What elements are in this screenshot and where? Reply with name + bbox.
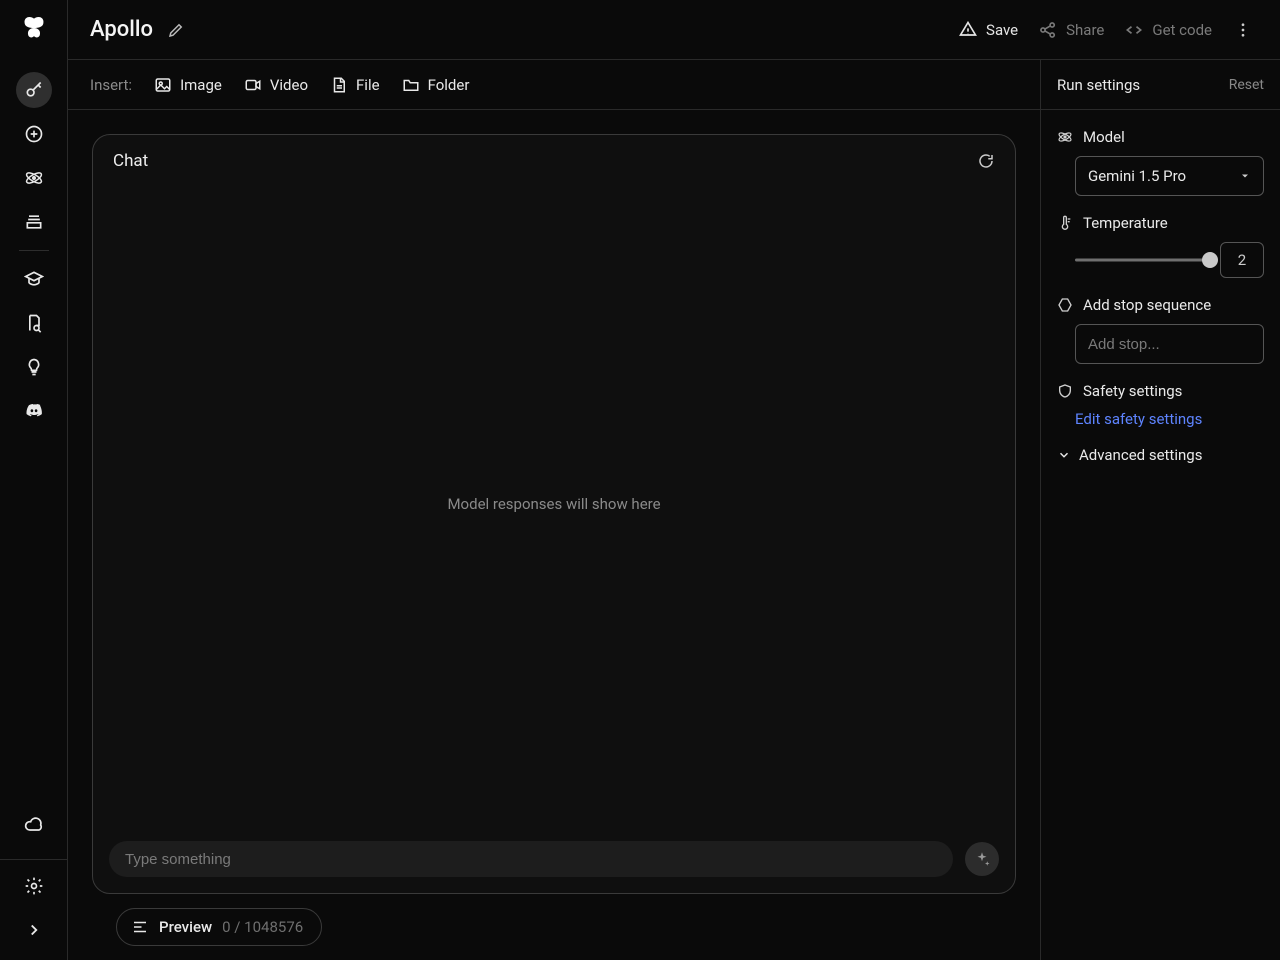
chat-input[interactable] [109, 841, 953, 877]
save-button[interactable]: Save [948, 14, 1028, 46]
shield-icon [1057, 383, 1073, 399]
get-code-button[interactable]: Get code [1114, 14, 1222, 46]
temperature-slider[interactable] [1075, 252, 1210, 268]
chevron-down-icon [1057, 448, 1071, 462]
kebab-icon [1234, 21, 1252, 39]
insert-video-button[interactable]: Video [244, 76, 308, 94]
chat-title: Chat [113, 151, 148, 171]
top-header: Apollo Save Share Get code [68, 0, 1280, 60]
caret-down-icon [1239, 170, 1251, 182]
model-value: Gemini 1.5 Pro [1088, 167, 1186, 185]
sparkle-icon [973, 850, 991, 868]
plus-circle-icon [24, 124, 44, 144]
stop-sequence-input[interactable] [1075, 324, 1264, 364]
sidebar-settings-button[interactable] [16, 868, 52, 904]
doc-search-icon [24, 313, 44, 333]
temperature-value[interactable]: 2 [1220, 242, 1264, 278]
insert-video-label: Video [270, 76, 308, 94]
preview-button[interactable]: Preview 0 / 1048576 [116, 908, 322, 946]
cloud-save-icon [958, 20, 978, 40]
run-settings-title: Run settings [1057, 76, 1140, 94]
share-label: Share [1066, 21, 1104, 39]
sidebar-expand-button[interactable] [16, 912, 52, 948]
chat-card: Chat Model responses will show here [92, 134, 1016, 894]
edit-safety-link[interactable]: Edit safety settings [1075, 410, 1264, 428]
edit-title-button[interactable] [167, 21, 185, 39]
butterfly-logo-icon [20, 14, 48, 42]
notes-icon [131, 918, 149, 936]
sidebar-learn-button[interactable] [16, 261, 52, 297]
share-icon [1038, 20, 1058, 40]
sidebar-new-button[interactable] [16, 116, 52, 152]
insert-folder-button[interactable]: Folder [402, 76, 470, 94]
project-title: Apollo [90, 17, 153, 42]
refresh-icon [977, 152, 995, 170]
more-menu-button[interactable] [1228, 15, 1258, 45]
sidebar-keys-button[interactable] [16, 72, 52, 108]
sidebar-doc-search-button[interactable] [16, 305, 52, 341]
atom-icon [1057, 129, 1073, 145]
sidebar-atom-button[interactable] [16, 160, 52, 196]
video-icon [244, 76, 262, 94]
get-code-label: Get code [1152, 21, 1212, 39]
lightbulb-icon [24, 357, 44, 377]
folder-icon [402, 76, 420, 94]
footer: Preview 0 / 1048576 [68, 894, 1040, 960]
sidebar-ideas-button[interactable] [16, 349, 52, 385]
insert-image-label: Image [180, 76, 222, 94]
insert-file-button[interactable]: File [330, 76, 380, 94]
hexagon-icon [1057, 297, 1073, 313]
stack-icon [24, 212, 44, 232]
gear-icon [24, 876, 44, 896]
share-button[interactable]: Share [1028, 14, 1114, 46]
token-count: 0 / 1048576 [222, 918, 303, 936]
model-label: Model [1083, 128, 1125, 146]
sidebar-cloud-button[interactable] [16, 807, 52, 843]
image-icon [154, 76, 172, 94]
discord-icon [24, 401, 44, 421]
pencil-icon [167, 21, 185, 39]
run-settings-panel: Run settings Reset Model [1040, 60, 1280, 960]
insert-toolbar: Insert: Image Video [68, 60, 1040, 110]
sidebar [0, 0, 68, 960]
graduation-icon [24, 269, 44, 289]
chevron-right-icon [25, 921, 43, 939]
thermometer-icon [1057, 215, 1073, 231]
chat-empty-state: Model responses will show here [93, 181, 1015, 827]
model-select[interactable]: Gemini 1.5 Pro [1075, 156, 1264, 196]
sidebar-collection-button[interactable] [16, 204, 52, 240]
insert-folder-label: Folder [428, 76, 470, 94]
save-label: Save [986, 21, 1018, 39]
key-icon [24, 80, 44, 100]
app-logo[interactable] [20, 14, 48, 42]
cloud-icon [24, 815, 44, 835]
chat-refresh-button[interactable] [977, 152, 995, 170]
preview-label: Preview [159, 918, 212, 936]
file-icon [330, 76, 348, 94]
atom-icon [24, 168, 44, 188]
insert-image-button[interactable]: Image [154, 76, 222, 94]
sidebar-divider [19, 250, 49, 251]
safety-label: Safety settings [1083, 382, 1182, 400]
chat-send-button[interactable] [965, 842, 999, 876]
temperature-label: Temperature [1083, 214, 1168, 232]
sidebar-discord-button[interactable] [16, 393, 52, 429]
insert-label: Insert: [90, 76, 132, 94]
code-icon [1124, 20, 1144, 40]
reset-button[interactable]: Reset [1229, 77, 1264, 93]
advanced-label: Advanced settings [1079, 446, 1202, 464]
advanced-settings-toggle[interactable]: Advanced settings [1057, 446, 1264, 464]
insert-file-label: File [356, 76, 380, 94]
stop-label: Add stop sequence [1083, 296, 1211, 314]
